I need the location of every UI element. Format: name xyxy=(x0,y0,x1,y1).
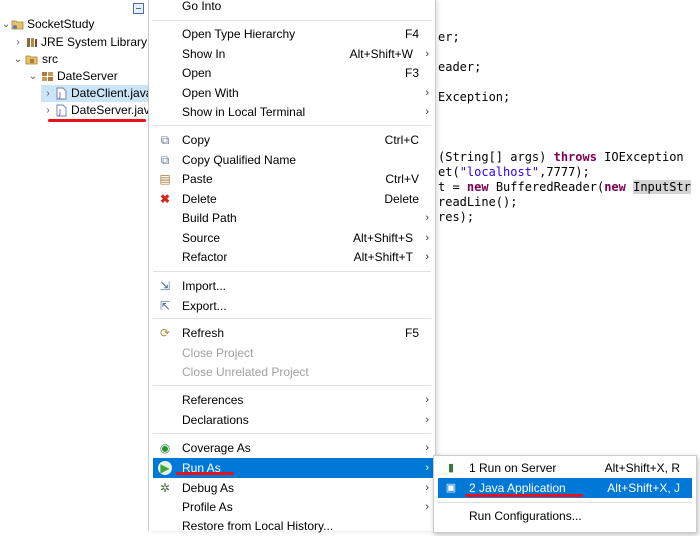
menu-item-build-path[interactable]: Build Path › xyxy=(149,208,435,228)
menu-item-show-in-local-terminal[interactable]: Show in Local Terminal › xyxy=(149,102,435,122)
refresh-icon: ⟳ xyxy=(159,326,171,340)
tree-item-jre[interactable]: › JRE System Library [J xyxy=(0,34,159,51)
project-label: SocketStudy xyxy=(27,17,95,31)
code-line: t = new BufferedReader(new InputStr xyxy=(438,180,691,194)
menu-item-delete[interactable]: ✖ Delete Delete xyxy=(149,189,435,209)
copy-icon: ⧉ xyxy=(160,133,170,147)
chevron-right-icon: › xyxy=(425,232,429,244)
expand-right-icon[interactable]: › xyxy=(43,102,53,119)
expand-down-icon[interactable]: ⌄ xyxy=(28,68,38,85)
code-editor[interactable]: er; eader; Exception; (String[] args) th… xyxy=(430,0,700,531)
tree-item-src[interactable]: ⌄ src xyxy=(0,51,148,68)
svg-text:J: J xyxy=(58,91,61,99)
chevron-right-icon: › xyxy=(425,482,429,494)
chevron-right-icon: › xyxy=(425,87,429,99)
menu-separator xyxy=(153,385,431,386)
expand-right-icon[interactable]: › xyxy=(43,85,53,102)
library-icon xyxy=(27,38,37,47)
code-line: Exception; xyxy=(438,90,511,104)
menu-item-restore-from-local-history[interactable]: Restore from Local History... xyxy=(149,516,435,536)
submenu-item-run-on-server[interactable]: ▮ 1 Run on Server Alt+Shift+X, R xyxy=(434,458,696,478)
menu-separator xyxy=(153,125,431,126)
menu-separator xyxy=(153,20,431,21)
menu-item-go-into[interactable]: Go Into xyxy=(149,0,435,16)
menu-item-show-in[interactable]: Show In Alt+Shift+W › xyxy=(149,44,435,64)
dateserver-label: DateServer.java xyxy=(71,103,157,117)
code-line: res); xyxy=(438,210,475,224)
java-file-icon: J xyxy=(56,104,67,117)
collapse-all-icon[interactable] xyxy=(133,3,144,14)
delete-icon: ✖ xyxy=(159,192,171,206)
chevron-right-icon: › xyxy=(425,394,429,406)
red-annotation-underline xyxy=(465,494,583,497)
menu-item-declarations[interactable]: Declarations › xyxy=(149,410,435,430)
expand-down-icon[interactable]: ⌄ xyxy=(13,51,23,68)
menu-item-references[interactable]: References › xyxy=(149,390,435,410)
copy-qualified-name-icon: ⧉ xyxy=(160,153,170,167)
menu-separator xyxy=(438,502,692,503)
export-icon: ⇱ xyxy=(159,299,171,313)
menu-item-coverage-as[interactable]: ◉ Coverage As › xyxy=(149,438,435,458)
menu-separator xyxy=(153,433,431,434)
chevron-right-icon: › xyxy=(425,48,429,60)
menu-item-debug-as[interactable]: ✲ Debug As › xyxy=(149,478,435,498)
context-menu: Go Into Open Type Hierarchy F4 Show In Alt… xyxy=(148,0,436,533)
java-application-icon: ▣ xyxy=(445,482,457,494)
menu-item-close-unrelated-project: Close Unrelated Project xyxy=(182,365,309,379)
run-icon: ▶ xyxy=(158,461,172,475)
dateclient-label: DateClient.java xyxy=(71,86,153,100)
chevron-right-icon: › xyxy=(425,462,429,474)
bug-icon: ✲ xyxy=(159,481,171,495)
java-file-icon: J xyxy=(56,87,67,100)
chevron-right-icon: › xyxy=(425,501,429,513)
coverage-icon: ◉ xyxy=(159,441,171,455)
server-run-icon: ▮ xyxy=(447,462,455,474)
menu-item-open-with[interactable]: Open With › xyxy=(149,83,435,103)
chevron-right-icon: › xyxy=(425,442,429,454)
chevron-right-icon: › xyxy=(425,212,429,224)
chevron-right-icon: › xyxy=(425,414,429,426)
menu-separator xyxy=(153,271,431,272)
code-line: et("localhost",7777); xyxy=(438,165,590,179)
menu-item-open-type-hierarchy[interactable]: Open Type Hierarchy F4 xyxy=(149,24,435,44)
menu-item-refresh[interactable]: ⟳ Refresh F5 xyxy=(149,323,435,343)
menu-item-import[interactable]: ⇲ Import... xyxy=(149,276,435,296)
menu-separator xyxy=(153,318,431,319)
src-label: src xyxy=(42,52,58,66)
expand-right-icon[interactable]: › xyxy=(13,34,23,51)
tree-item-dateserver[interactable]: › J DateServer.java xyxy=(41,102,156,119)
code-line: er; xyxy=(438,30,460,44)
menu-item-close-project: Close Project xyxy=(182,346,254,360)
package-explorer: ⌄ SocketStudy › JRE System Library [J ⌄ … xyxy=(0,0,160,531)
code-line: (String[] args) throws IOException xyxy=(438,150,684,164)
red-annotation-underline xyxy=(48,119,146,122)
chevron-right-icon: › xyxy=(425,251,429,263)
tree-item-package[interactable]: ⌄ DateServer xyxy=(0,68,148,85)
svg-text:J: J xyxy=(58,108,61,116)
code-line: readLine(); xyxy=(438,195,518,209)
paste-icon: ▤ xyxy=(159,172,171,186)
project-folder-icon xyxy=(11,20,24,30)
import-icon: ⇲ xyxy=(159,279,171,293)
jre-label: JRE System Library [J xyxy=(41,35,160,49)
tree-item-dateclient[interactable]: › J DateClient.java xyxy=(41,85,152,102)
menu-item-run-as[interactable]: ▶ Run As › xyxy=(153,458,433,478)
package-label: DateServer xyxy=(57,69,118,83)
source-folder-icon xyxy=(25,55,38,65)
menu-item-refactor[interactable]: Refactor Alt+Shift+T › xyxy=(149,247,435,267)
code-line: eader; xyxy=(438,60,482,74)
expand-down-icon[interactable]: ⌄ xyxy=(1,16,11,33)
submenu-item-run-configurations[interactable]: Run Configurations... xyxy=(434,506,696,526)
chevron-right-icon: › xyxy=(425,106,429,118)
menu-item-copy-qualified-name[interactable]: ⧉ Copy Qualified Name xyxy=(149,150,435,170)
menu-item-profile-as[interactable]: Profile As › xyxy=(149,497,435,517)
tree-item-project[interactable]: ⌄ SocketStudy xyxy=(0,16,148,33)
red-annotation-underline xyxy=(176,472,234,475)
menu-item-export[interactable]: ⇱ Export... xyxy=(149,296,435,316)
menu-item-paste[interactable]: ▤ Paste Ctrl+V xyxy=(149,169,435,189)
menu-item-open[interactable]: Open F3 xyxy=(149,63,435,83)
package-icon xyxy=(42,72,53,81)
menu-item-source[interactable]: Source Alt+Shift+S › xyxy=(149,228,435,248)
menu-item-copy[interactable]: ⧉ Copy Ctrl+C xyxy=(149,130,435,150)
